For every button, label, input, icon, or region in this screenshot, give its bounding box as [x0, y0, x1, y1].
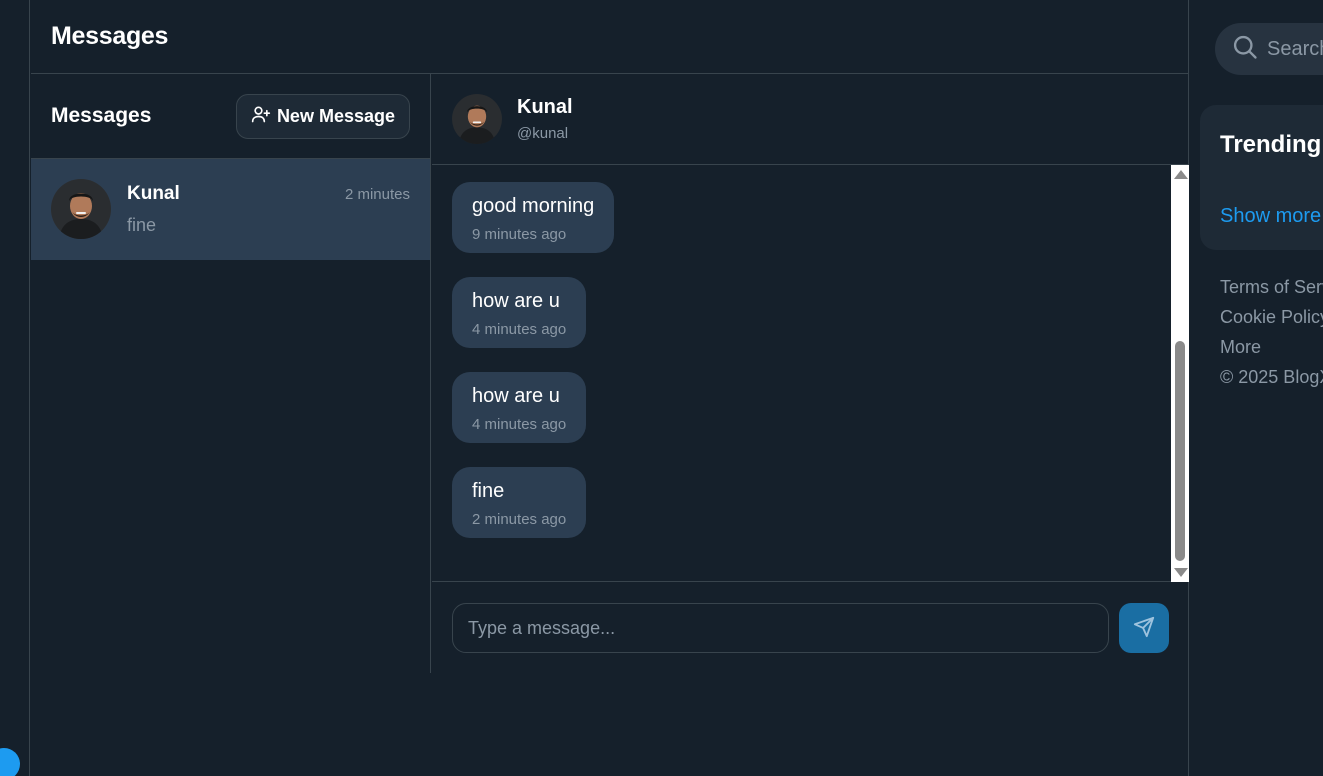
message-bubble: how are u 4 minutes ago	[452, 277, 587, 348]
messages-panes: Messages New Message Kunal 2 minutes fin…	[31, 74, 1189, 674]
message-text: how are u	[472, 385, 560, 407]
scrollbar-thumb[interactable]	[1175, 341, 1185, 561]
footer-link-more[interactable]: More	[1220, 332, 1323, 362]
message-time: 9 minutes ago	[472, 226, 567, 243]
search-icon	[1231, 33, 1259, 66]
send-icon	[1133, 616, 1155, 641]
conversation-body: Kunal 2 minutes fine	[127, 179, 410, 240]
chat-avatar[interactable]	[452, 94, 502, 144]
message-bubble: good morning 9 minutes ago	[452, 182, 615, 253]
avatar	[51, 179, 111, 239]
footer-link-cookie-policy[interactable]: Cookie Policy	[1220, 302, 1323, 332]
conversation-time: 2 minutes	[344, 185, 410, 203]
right-sidebar: Search Trending Show more Terms of Servi…	[1190, 0, 1323, 776]
trending-card: Trending Show more	[1200, 105, 1323, 250]
message-time: 2 minutes ago	[472, 511, 567, 528]
send-button[interactable]	[1119, 603, 1169, 653]
new-message-button[interactable]: New Message	[235, 93, 410, 139]
conversation-top-row: Kunal 2 minutes	[127, 183, 410, 205]
footer-link-terms[interactable]: Terms of Service	[1220, 272, 1323, 302]
show-more-link[interactable]: Show more	[1220, 205, 1321, 228]
chat-header: Kunal @kunal	[432, 74, 1189, 165]
scroll-up-arrow-icon[interactable]	[1174, 170, 1188, 179]
conversation-list-header: Messages New Message	[31, 74, 430, 159]
chat-user-info: Kunal @kunal	[517, 96, 573, 142]
message-item: fine 2 minutes ago	[452, 467, 1169, 542]
message-text: fine	[472, 480, 505, 502]
message-item: how are u 4 minutes ago	[452, 372, 1169, 447]
message-scrollbar[interactable]	[1171, 165, 1189, 582]
conversation-list-title: Messages	[51, 104, 152, 127]
add-user-icon	[251, 104, 271, 129]
message-item: good morning 9 minutes ago	[452, 182, 1169, 257]
chat-pane: Kunal @kunal good morning 9 minutes ago …	[432, 74, 1189, 674]
conversation-list-pane: Messages New Message Kunal 2 minutes fin…	[31, 74, 431, 673]
conversation-name: Kunal	[127, 183, 180, 204]
page-title: Messages	[51, 22, 169, 50]
message-thread: good morning 9 minutes ago how are u 4 m…	[432, 165, 1189, 582]
trending-title: Trending	[1220, 131, 1322, 158]
search-placeholder: Search	[1267, 37, 1323, 60]
message-time: 4 minutes ago	[472, 416, 567, 433]
copyright-text: © 2025 BlogX	[1220, 367, 1323, 387]
main-column: Messages Messages New Message Kunal 2 mi…	[31, 0, 1189, 776]
message-text: good morning	[472, 195, 595, 217]
message-bubble: how are u 4 minutes ago	[452, 372, 587, 443]
new-message-label: New Message	[276, 105, 395, 126]
message-time: 4 minutes ago	[472, 321, 567, 338]
message-text: how are u	[472, 290, 560, 312]
compose-fab-button[interactable]	[0, 748, 20, 776]
conversation-preview: fine	[127, 215, 157, 235]
chat-user-handle: @kunal	[517, 125, 569, 142]
left-nav-rail	[0, 0, 30, 776]
message-item: how are u 4 minutes ago	[452, 277, 1169, 352]
search-input[interactable]: Search	[1215, 23, 1323, 75]
message-composer	[432, 582, 1189, 674]
message-bubble: fine 2 minutes ago	[452, 467, 587, 538]
page-header: Messages	[31, 0, 1188, 74]
message-input[interactable]	[452, 603, 1110, 653]
scroll-down-arrow-icon[interactable]	[1174, 568, 1188, 577]
footer-links: Terms of Service Cookie Policy More © 20…	[1220, 272, 1323, 388]
conversation-item[interactable]: Kunal 2 minutes fine	[31, 159, 430, 260]
chat-user-name: Kunal	[517, 96, 573, 118]
